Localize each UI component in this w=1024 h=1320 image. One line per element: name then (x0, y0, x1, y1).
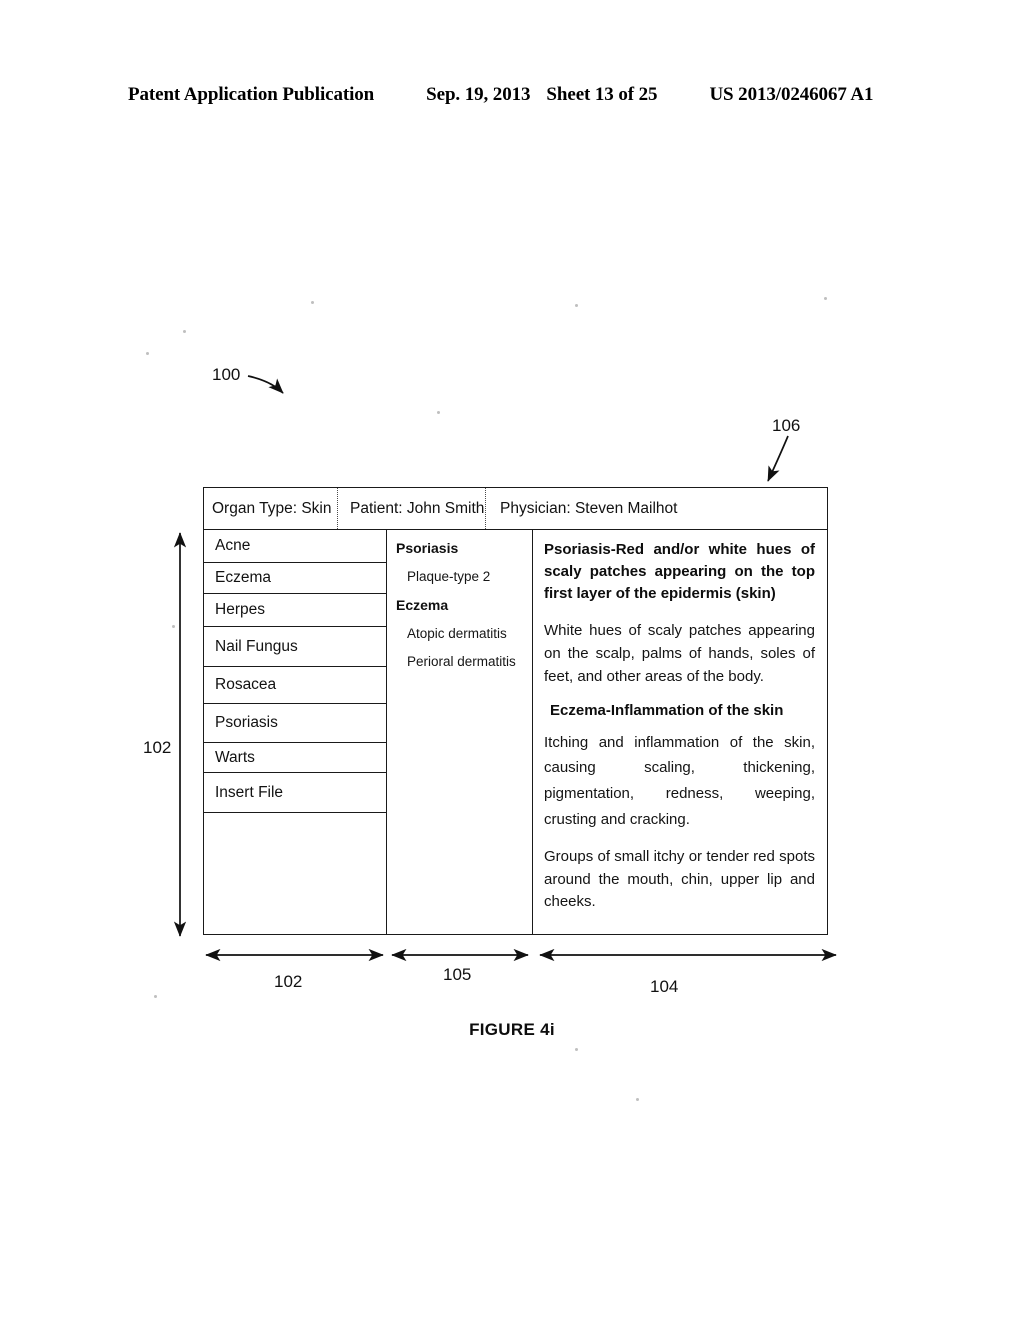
physician-field[interactable]: Physician: Steven Mailhot (486, 488, 677, 529)
record-body: Acne Eczema Herpes Nail Fungus Rosacea P… (204, 530, 827, 934)
callout-100: 100 (212, 365, 241, 384)
description-psoriasis-heading: Psoriasis-Red and/or white hues of scaly… (544, 541, 815, 602)
subtype-group-eczema[interactable]: Eczema (396, 597, 526, 613)
callout-105-bottom: 105 (443, 965, 472, 984)
scan-speckle (146, 352, 149, 355)
scan-speckle (575, 304, 578, 307)
leader-line-106 (767, 435, 789, 482)
scan-speckle (154, 995, 157, 998)
leader-line-100 (247, 375, 284, 394)
record-header-bar: Organ Type: Skin Patient: John Smith Phy… (204, 488, 827, 530)
scan-speckle (311, 301, 314, 304)
description-eczema-body: Itching and inflammation of the skin, ca… (544, 733, 815, 829)
subtype-perioral-dermatitis[interactable]: Perioral dermatitis (407, 654, 526, 669)
callout-102-left: 102 (143, 738, 172, 757)
scan-speckle (824, 297, 827, 300)
condition-list: Acne Eczema Herpes Nail Fungus Rosacea P… (204, 530, 387, 934)
list-item-nail-fungus[interactable]: Nail Fungus (204, 627, 386, 667)
subtype-tree: Psoriasis Plaque-type 2 Eczema Atopic de… (387, 530, 533, 934)
description-eczema-heading: Eczema-Inflammation of the skin (550, 701, 784, 719)
scan-speckle (636, 1098, 639, 1101)
list-item-warts[interactable]: Warts (204, 743, 386, 773)
organ-type-field[interactable]: Organ Type: Skin (204, 488, 338, 529)
scan-speckle (437, 411, 440, 414)
list-item-psoriasis[interactable]: Psoriasis (204, 704, 386, 743)
scan-speckle (575, 1048, 578, 1051)
subtype-plaque-type-2[interactable]: Plaque-type 2 (407, 569, 526, 584)
list-item-acne[interactable]: Acne (204, 530, 386, 563)
list-item-eczema[interactable]: Eczema (204, 563, 386, 594)
list-item-rosacea[interactable]: Rosacea (204, 667, 386, 704)
callout-102-bottom: 102 (274, 972, 303, 991)
figure-caption: FIGURE 4i (469, 1020, 555, 1039)
description-psoriasis-body: White hues of scaly patches appearing on… (544, 622, 815, 685)
scan-speckle (172, 625, 175, 628)
callout-104-bottom: 104 (650, 977, 679, 996)
callout-106: 106 (772, 416, 801, 435)
subtype-atopic-dermatitis[interactable]: Atopic dermatitis (407, 626, 526, 641)
description-perioral-body: Groups of small itchy or tender red spot… (544, 847, 815, 911)
list-item-herpes[interactable]: Herpes (204, 594, 386, 627)
description-panel: Psoriasis-Red and/or white hues of scaly… (533, 530, 827, 934)
scan-speckle (183, 330, 186, 333)
figure-4i: 100 106 102 102 105 104 Organ Type: Skin (0, 0, 1024, 1320)
subtype-group-psoriasis[interactable]: Psoriasis (396, 540, 526, 556)
condition-list-empty-area (204, 813, 386, 934)
list-item-insert-file[interactable]: Insert File (204, 773, 386, 813)
patient-field[interactable]: Patient: John Smith (338, 488, 486, 529)
patient-record-panel: Organ Type: Skin Patient: John Smith Phy… (203, 487, 828, 935)
